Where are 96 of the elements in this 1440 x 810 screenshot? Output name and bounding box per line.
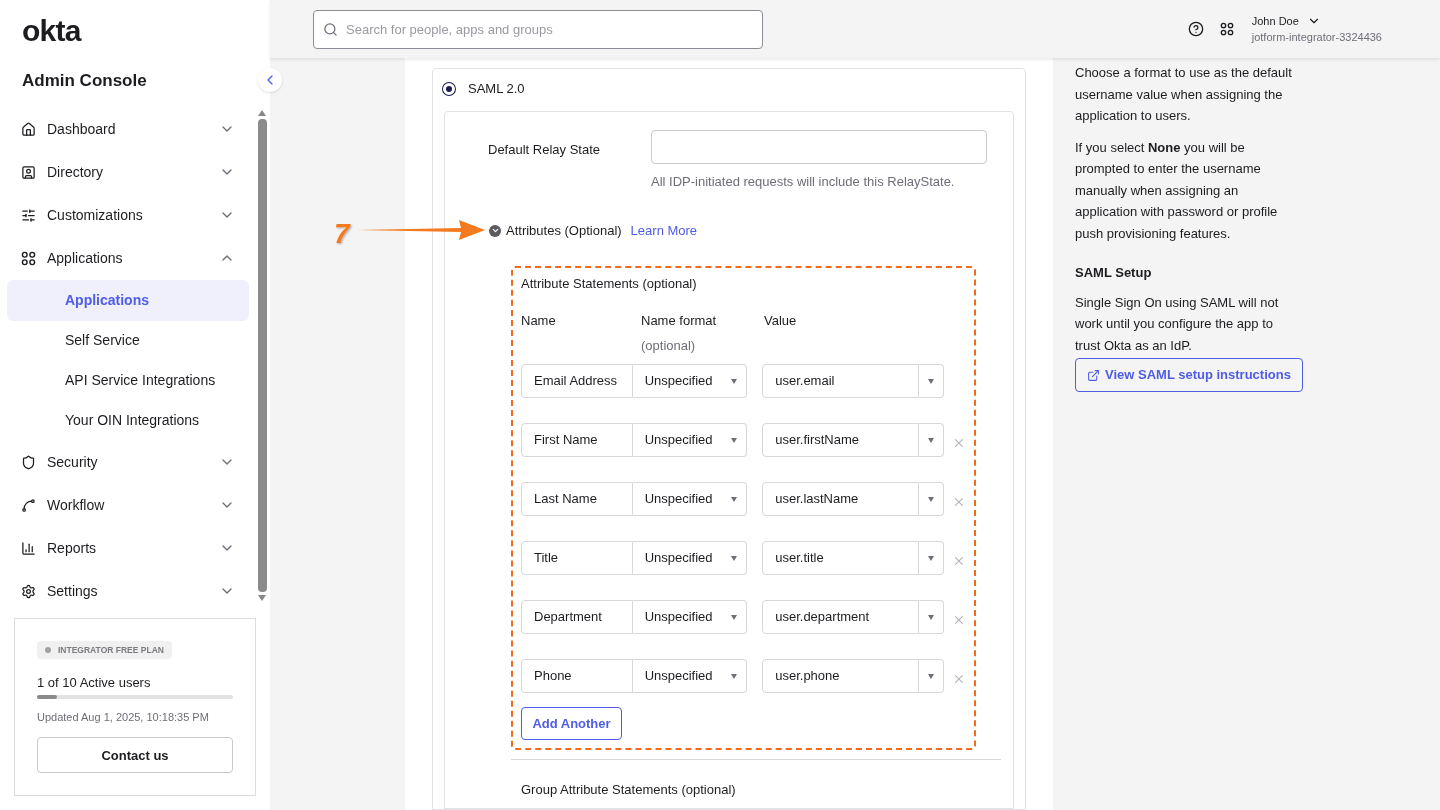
remove-icon[interactable] [952, 613, 966, 627]
collapse-sidebar-button[interactable] [258, 68, 282, 92]
help-paragraph: If you select None you will be prompted to enter the username manually when assigning an application with password or profile push provisioning features. [1075, 138, 1279, 243]
value-dropdown-button[interactable] [919, 364, 945, 398]
nav-item[interactable]: Reports [7, 526, 249, 570]
contact-card-icon [21, 164, 36, 180]
dropdown-caret-icon [731, 496, 738, 502]
nav-item[interactable]: Dashboard [7, 107, 249, 151]
dropdown-caret-icon [928, 378, 935, 384]
search-icon [323, 21, 338, 37]
dropdown-caret-icon [928, 437, 935, 443]
attribute-name-input[interactable]: Department [521, 600, 633, 634]
name-format-select[interactable]: Unspecified [632, 600, 748, 634]
value-dropdown-button[interactable] [919, 600, 945, 634]
external-link-icon [1087, 368, 1100, 382]
step-number: 7 [334, 217, 350, 251]
okta-logo[interactable]: okta [22, 14, 81, 48]
section-label: Attributes (Optional) [506, 222, 622, 240]
attribute-name-input[interactable]: First Name [521, 423, 633, 457]
dropdown-caret-icon [928, 496, 935, 502]
learn-more-link[interactable]: Learn More [630, 221, 698, 241]
view-instructions-button[interactable]: View SAML setup instructions [1075, 358, 1303, 392]
attribute-name-input[interactable]: Last Name [521, 482, 633, 516]
nav-item[interactable]: Security [7, 440, 249, 484]
sliders-icon [21, 207, 36, 223]
help-paragraph: Choose a format to use as the default username value when assigning the application to users. [1075, 64, 1293, 125]
attribute-name-input[interactable]: Title [521, 541, 633, 575]
home-icon [21, 121, 36, 137]
plan-badge: INTEGRATOR FREE PLAN [37, 640, 172, 660]
console-title: Admin Console [21, 70, 148, 92]
remove-icon[interactable] [952, 495, 966, 509]
value-dropdown-button[interactable] [919, 482, 945, 516]
workflow-icon [21, 497, 36, 513]
add-another-button[interactable]: Add Another [521, 707, 622, 740]
attribute-name-input[interactable]: Email Address [521, 364, 633, 398]
grid-icon [21, 250, 36, 266]
radio-label: SAML 2.0 [468, 80, 525, 98]
bar-chart-icon [21, 540, 36, 556]
nav-subitem[interactable]: Applications [7, 279, 249, 321]
value-dropdown-button[interactable] [919, 659, 945, 693]
value-dropdown-button[interactable] [919, 541, 945, 575]
help-paragraph: Single Sign On using SAML will not work until you configure the app to trust Okta as an IdP. [1075, 293, 1280, 355]
org-name: jotform-integrator-3324436 [1251, 30, 1382, 45]
column-header: Value [764, 312, 797, 330]
remove-icon[interactable] [952, 436, 966, 450]
attribute-name-input[interactable]: Phone [521, 659, 633, 693]
search-field[interactable]: Search for people, apps and groups [313, 9, 763, 49]
dropdown-caret-icon [731, 378, 738, 384]
name-format-select[interactable]: Unspecified [632, 482, 748, 516]
dropdown-caret-icon [928, 614, 935, 620]
dropdown-caret-icon [731, 673, 738, 679]
contact-button[interactable]: Contact us [37, 737, 233, 774]
nav-subitem[interactable]: Your OIN Integrations [7, 400, 249, 441]
attribute-value-input[interactable]: user.firstName [762, 423, 920, 457]
field-label: Default Relay State [487, 140, 601, 159]
remove-icon[interactable] [952, 672, 966, 686]
attribute-value-input[interactable]: user.title [762, 541, 920, 575]
field-hint: All IDP-initiated requests will include this RelayState. [651, 172, 956, 191]
name-format-select[interactable]: Unspecified [632, 541, 748, 575]
remove-icon[interactable] [952, 554, 966, 568]
attribute-value-input[interactable]: user.lastName [762, 482, 920, 516]
nav-item[interactable]: Applications [7, 236, 249, 280]
help-heading: SAML Setup [1075, 264, 1153, 282]
attribute-value-input[interactable]: user.phone [762, 659, 920, 693]
value-dropdown-button[interactable] [919, 423, 945, 457]
help-icon[interactable] [1187, 21, 1204, 37]
relay-state-input[interactable] [651, 129, 987, 164]
group-section-title: Group Attribute Statements (optional) [521, 781, 737, 799]
attribute-value-input[interactable]: user.email [762, 364, 920, 398]
column-note: (optional) [641, 336, 697, 355]
attribute-value-input[interactable]: user.department [762, 600, 920, 634]
nav-subitem[interactable]: API Service Integrations [7, 360, 249, 401]
name-format-select[interactable]: Unspecified [632, 364, 748, 398]
dropdown-caret-icon [928, 673, 935, 679]
dropdown-caret-icon [731, 437, 738, 443]
nav-item[interactable]: Directory [7, 150, 249, 194]
dropdown-caret-icon [731, 614, 738, 620]
dropdown-caret-icon [731, 555, 738, 561]
active-users-label: 1 of 10 Active users [37, 674, 152, 693]
column-header: Name [521, 312, 557, 330]
name-format-select[interactable]: Unspecified [632, 423, 748, 457]
expand-toggle-icon[interactable] [489, 224, 501, 237]
nav-item[interactable]: Customizations [7, 193, 249, 237]
nav-item[interactable]: Workflow [7, 483, 249, 527]
dropdown-caret-icon [928, 555, 935, 561]
radio-button[interactable] [443, 82, 455, 95]
nav-item[interactable]: Settings [7, 569, 249, 603]
name-format-select[interactable]: Unspecified [632, 659, 748, 693]
column-header: Name format [641, 312, 718, 330]
updated-time: Updated Aug 1, 2025, 10:18:35 PM [37, 709, 210, 725]
user-name[interactable]: John Doe [1251, 12, 1299, 29]
settings-icon [21, 583, 36, 599]
grid-icon [1219, 22, 1234, 36]
panel-title: Attribute Statements (optional) [521, 274, 698, 293]
nav-subitem[interactable]: Self Service [7, 320, 249, 361]
shield-icon [21, 454, 36, 470]
